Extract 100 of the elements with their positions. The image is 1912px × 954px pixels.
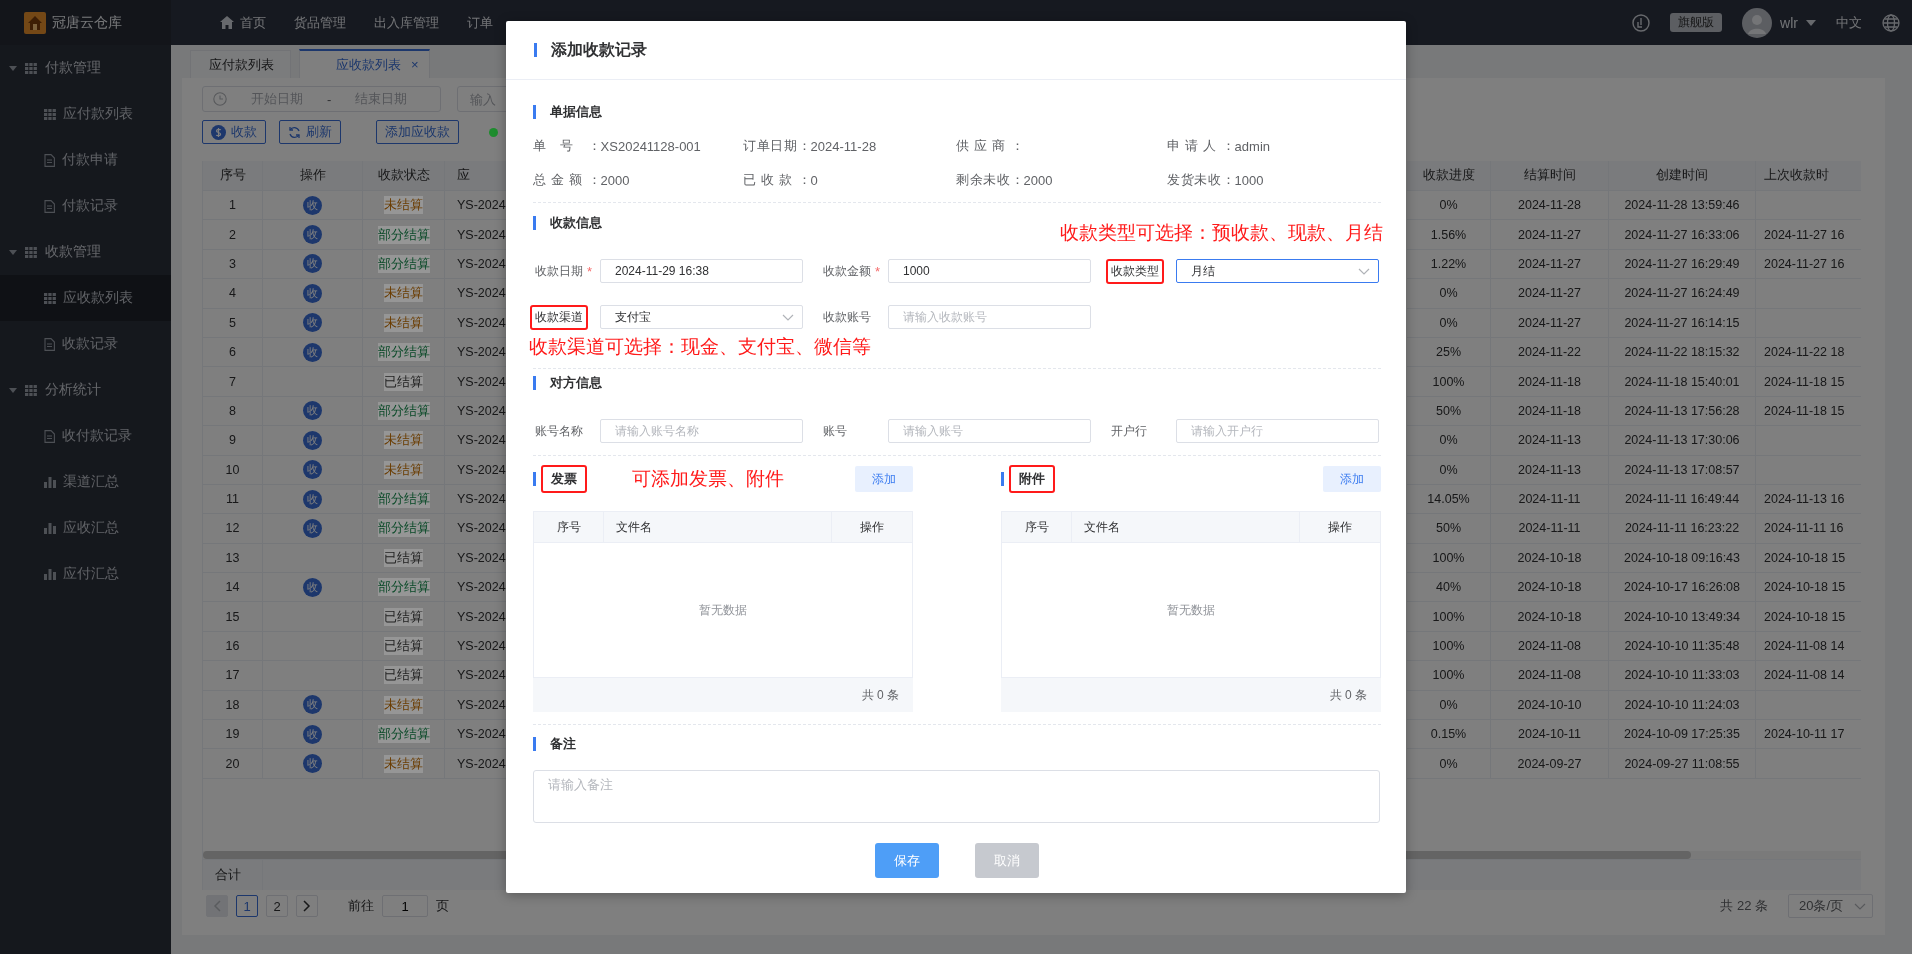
input-field[interactable]: 请输入收款账号 (888, 305, 1091, 329)
status-label: 部分结算 (377, 401, 430, 420)
status-label: 未结算 (384, 196, 423, 215)
input-field[interactable]: 请输入账号 (888, 419, 1091, 443)
table-cell: 2024-11-11 16:23:22 (1609, 514, 1756, 543)
user-name[interactable]: wlr (1780, 14, 1798, 31)
document-icon (44, 337, 55, 351)
collect-button[interactable]: 收 (303, 489, 322, 509)
sidebar-item[interactable]: 收款记录 (0, 321, 171, 367)
table-cell: 2024-10-17 16:26:08 (1609, 573, 1756, 602)
add-button[interactable]: 添加 (855, 466, 913, 492)
edition-badge: 旗舰版 (1670, 13, 1723, 32)
sidebar-item[interactable]: 收付款记录 (0, 413, 171, 459)
collect-button[interactable]: 收 (303, 577, 322, 597)
select-field[interactable]: 月结 (1176, 259, 1379, 283)
table-cell-text: YS-2024 (456, 373, 507, 391)
table-cell: 2024-11-22 (1491, 337, 1609, 367)
required-mark: * (875, 263, 881, 279)
table-cell-text: YS-2024 (456, 726, 507, 744)
toolbar-button[interactable]: 添加应收款 (376, 120, 459, 144)
nav-item[interactable]: 出入库管理 (360, 13, 453, 32)
caret-icon (1806, 19, 1816, 26)
page-button[interactable]: 1 (236, 895, 258, 917)
table-cell: 2024-10-10 11:24:03 (1609, 690, 1756, 720)
info-label: 发货未收： (1167, 171, 1235, 189)
collect-button[interactable]: 收 (303, 195, 322, 215)
grid-icon (44, 108, 56, 120)
info-value: 2000 (1023, 172, 1053, 188)
collect-button[interactable]: 收 (303, 430, 322, 450)
table-cell: 1 (203, 191, 263, 220)
page-button[interactable]: 2 (266, 895, 288, 917)
info-label: 申请人： (1167, 137, 1235, 155)
close-icon[interactable]: × (411, 57, 419, 72)
save-button[interactable]: 保存 (875, 843, 939, 878)
input-field[interactable]: 请输入账号名称 (600, 419, 803, 443)
document-icon (44, 429, 55, 443)
table-cell-text: 2024-10-18 15 (1763, 608, 1847, 626)
table-cell: 2024-09-27 (1491, 749, 1609, 778)
table-cell: 6 (203, 337, 263, 367)
nav-item[interactable]: 首页 (206, 13, 280, 32)
collect-button[interactable]: 收 (303, 695, 322, 715)
select-field[interactable]: 支付宝 (600, 305, 803, 329)
grid-icon (25, 62, 37, 74)
toolbar-button[interactable]: 收款 (202, 120, 266, 144)
column-header: 序号 (534, 512, 604, 542)
table-cell: 2024-11-27 (1491, 279, 1609, 308)
collect-button[interactable]: 收 (303, 724, 322, 744)
clock-icon (213, 92, 227, 106)
table-cell: 100% (1407, 543, 1491, 573)
collect-button[interactable]: 收 (303, 254, 322, 274)
toolbar-button[interactable]: 刷新 (279, 120, 341, 144)
remark-field[interactable]: 请输入备注 (533, 770, 1380, 823)
sidebar-item[interactable]: 应付款列表 (0, 91, 171, 137)
field-label: 收款金额 (822, 262, 872, 280)
collect-button[interactable]: 收 (303, 401, 322, 421)
field-label: 收款日期 (534, 262, 584, 280)
tab[interactable]: 应付款列表 (190, 50, 291, 78)
page-size-select[interactable]: 20条/页 (1788, 894, 1873, 918)
input-field[interactable]: 1000 (888, 259, 1091, 283)
sidebar-item[interactable]: 应收汇总 (0, 505, 171, 551)
status-label: 部分结算 (377, 578, 430, 597)
nav-item[interactable]: 货品管理 (280, 13, 360, 32)
sidebar-item[interactable]: 渠道汇总 (0, 459, 171, 505)
collect-button[interactable]: 收 (303, 313, 322, 333)
input-field[interactable]: 2024-11-29 16:38 (600, 259, 803, 283)
sidebar-group[interactable]: 收款管理 (0, 229, 171, 275)
table-cell: 100% (1407, 661, 1491, 690)
table-cell: 2024-11-13 (1491, 455, 1609, 484)
collect-button[interactable]: 收 (303, 460, 322, 480)
nav-item[interactable]: 订单 (453, 13, 507, 32)
sidebar-item[interactable]: 付款记录 (0, 183, 171, 229)
sidebar-group[interactable]: 分析统计 (0, 367, 171, 413)
page-number-field[interactable]: 1 (382, 895, 428, 917)
collect-button[interactable]: 收 (303, 225, 322, 245)
sidebar-group[interactable]: 付款管理 (0, 45, 171, 91)
table-cell: 4 (203, 279, 263, 308)
info-value: 2000 (600, 172, 630, 188)
status-label: 已结算 (384, 637, 423, 656)
info-value: 2024-11-28 (810, 138, 877, 154)
collect-button[interactable]: 收 (303, 283, 322, 303)
collect-button[interactable]: 收 (303, 754, 322, 774)
tab[interactable]: 应收款列表 × (299, 49, 430, 78)
table-cell: 16 (203, 631, 263, 661)
sidebar-item[interactable]: 应付汇总 (0, 551, 171, 597)
status-label: 已结算 (384, 372, 423, 391)
logo-text: 冠唐云仓库 (52, 13, 122, 32)
field-label: 账号名称 (534, 422, 584, 440)
table-cell: 2024-11-11 16:49:44 (1609, 484, 1756, 514)
annotation-text: 收款类型可选择：预收款、现款、月结 (1060, 222, 1383, 244)
add-button[interactable]: 添加 (1323, 466, 1381, 492)
next-page-button[interactable] (296, 895, 318, 917)
sidebar-item[interactable]: 付款申请 (0, 137, 171, 183)
collect-button[interactable]: 收 (303, 342, 322, 362)
sidebar-item[interactable]: 应收款列表 (0, 275, 171, 321)
input-field[interactable]: 请输入开户行 (1176, 419, 1379, 443)
collect-button[interactable]: 收 (303, 519, 322, 538)
total-count: 共 0 条 (1329, 686, 1367, 704)
summary-label: 合计 (203, 860, 263, 890)
column-header: 结算时间 (1491, 161, 1609, 190)
column-header: 序号 (203, 161, 263, 190)
